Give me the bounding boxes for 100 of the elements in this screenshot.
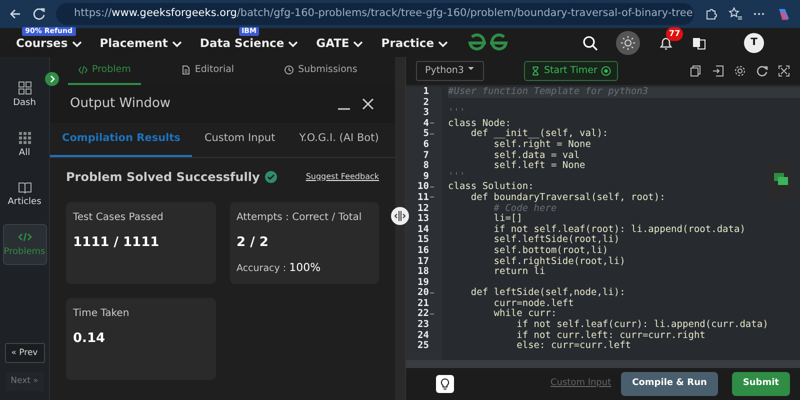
sidebar-item[interactable]: Dash bbox=[2, 75, 46, 116]
theme-toggle-icon[interactable] bbox=[616, 30, 640, 54]
code-line: class Node: bbox=[448, 118, 511, 129]
puzzle-icon[interactable] bbox=[704, 7, 718, 21]
card-value: 1111 / 1111 bbox=[73, 234, 160, 252]
line-number: 9 bbox=[423, 172, 429, 182]
prev-button[interactable]: « Prev bbox=[4, 342, 44, 364]
line-number: 25 bbox=[418, 341, 429, 352]
caret-icon bbox=[288, 40, 298, 48]
avatar[interactable]: T bbox=[744, 32, 764, 52]
chat-icon[interactable] bbox=[768, 162, 794, 198]
code-line: self.right = None bbox=[492, 138, 591, 150]
code-line: ''' bbox=[448, 170, 466, 182]
nav-menu-item[interactable]: Courses bbox=[16, 34, 82, 52]
import-icon[interactable] bbox=[712, 65, 724, 77]
line-number: 3 bbox=[423, 108, 429, 119]
sidebar-item[interactable]: Articles bbox=[2, 174, 46, 216]
code-line: return li bbox=[492, 266, 546, 278]
card-value: 0.14 bbox=[73, 330, 106, 348]
sidebar-item[interactable]: All bbox=[2, 124, 46, 166]
timer-button[interactable]: Start Timer bbox=[524, 60, 618, 82]
line-number: 5 bbox=[423, 129, 429, 140]
line-number: 19 bbox=[418, 278, 429, 288]
search-icon[interactable] bbox=[582, 34, 598, 50]
back-icon[interactable] bbox=[8, 7, 22, 21]
reset-icon[interactable] bbox=[756, 65, 768, 77]
line-number: 23 bbox=[418, 320, 429, 331]
problem-tab[interactable]: Editorial bbox=[170, 57, 244, 85]
code-line: #User function Template for python3 bbox=[448, 87, 648, 97]
close-icon[interactable] bbox=[361, 97, 375, 111]
caret-icon bbox=[72, 40, 82, 48]
line-number: 15 bbox=[418, 235, 429, 246]
code-line: else: curr=curr.left bbox=[516, 340, 632, 352]
line-number: 20 bbox=[418, 288, 429, 299]
caret-icon bbox=[353, 40, 364, 48]
code-line: self.data = val bbox=[492, 150, 580, 161]
code-icon bbox=[78, 65, 88, 75]
code-line: if not self.leaf(curr): li.append(curr.data) bbox=[516, 319, 768, 330]
code-line: self.rightSide(root,li) bbox=[492, 256, 626, 266]
line-number: 17 bbox=[418, 256, 429, 267]
code-line: curr=node.left bbox=[492, 298, 574, 309]
status-text: Problem Solved Successfully bbox=[66, 168, 260, 186]
compile-button[interactable]: Compile & Run bbox=[621, 372, 718, 396]
card-title: Time Taken bbox=[73, 306, 130, 321]
caret-icon bbox=[172, 40, 182, 48]
lightbulb-icon[interactable] bbox=[436, 375, 454, 393]
code-line: def boundaryTraversal(self, root): bbox=[470, 192, 666, 203]
code-line: def leftSide(self,node,li): bbox=[470, 287, 626, 298]
line-number: 22 bbox=[418, 309, 429, 320]
dashboard-icon bbox=[18, 81, 32, 95]
book-icon bbox=[18, 180, 32, 194]
code-line: if not self.leaf(root): li.append(root.data) bbox=[492, 224, 746, 235]
expand-icon[interactable] bbox=[45, 72, 59, 86]
nav-menu-item[interactable]: Placement bbox=[100, 34, 182, 52]
feedback-link[interactable]: Suggest Feedback bbox=[306, 170, 379, 183]
code-line: if not curr.left: curr=curr.right bbox=[516, 330, 706, 341]
line-number: 11 bbox=[418, 192, 429, 204]
refresh-icon[interactable] bbox=[32, 7, 46, 21]
fullscreen-icon[interactable] bbox=[778, 65, 790, 77]
drag-handle-icon[interactable] bbox=[391, 207, 409, 225]
grid-icon bbox=[18, 130, 32, 144]
line-number: 12 bbox=[418, 204, 429, 214]
card-value: 2 / 2 bbox=[236, 234, 270, 252]
clock-icon bbox=[284, 65, 294, 75]
line-number: 8 bbox=[423, 161, 429, 172]
line-number: 14 bbox=[418, 224, 429, 235]
nav-menu-item[interactable]: Practice bbox=[381, 34, 448, 52]
card-title: Attempts : Correct / Total bbox=[236, 210, 363, 225]
code-line: self.left = None bbox=[492, 160, 586, 172]
copilot-icon[interactable] bbox=[776, 6, 792, 22]
favorites-icon[interactable] bbox=[728, 7, 742, 21]
timer-icon bbox=[531, 66, 540, 76]
document-icon bbox=[180, 65, 191, 75]
output-tab[interactable]: Custom Input bbox=[192, 123, 288, 157]
play-icon bbox=[601, 66, 612, 76]
nav-menu-item[interactable]: Data Science bbox=[200, 34, 298, 52]
nav-menu-item[interactable]: GATE bbox=[316, 34, 364, 52]
caret-icon bbox=[438, 40, 448, 48]
code-line: self.leftSide(root,li) bbox=[492, 234, 620, 246]
translate-icon[interactable] bbox=[692, 36, 706, 50]
language-dropdown[interactable]: Python3 bbox=[416, 60, 484, 82]
problem-tab[interactable]: Submissions bbox=[274, 57, 368, 85]
settings-icon[interactable] bbox=[734, 65, 746, 77]
line-number: 6 bbox=[423, 140, 429, 151]
output-tab[interactable]: Y.O.G.I. (AI Bot) bbox=[287, 123, 391, 157]
line-number: 21 bbox=[418, 298, 429, 309]
card-title: Test Cases Passed bbox=[73, 210, 164, 225]
line-number: 24 bbox=[418, 330, 429, 341]
code-line: # Code here bbox=[492, 202, 557, 214]
line-number: 13 bbox=[418, 214, 429, 225]
submit-button[interactable]: Submit bbox=[732, 372, 790, 396]
code-line: ''' bbox=[448, 107, 466, 118]
copy-icon[interactable] bbox=[690, 65, 702, 77]
card-label: Accuracy : bbox=[236, 263, 286, 274]
code-line: while curr: bbox=[492, 308, 557, 320]
code-line: def __init__(self, val): bbox=[470, 128, 608, 140]
line-number: 16 bbox=[418, 246, 429, 256]
code-line: li=[] bbox=[492, 213, 522, 224]
logo-icon[interactable] bbox=[466, 32, 510, 52]
line-number: 10 bbox=[418, 182, 429, 193]
